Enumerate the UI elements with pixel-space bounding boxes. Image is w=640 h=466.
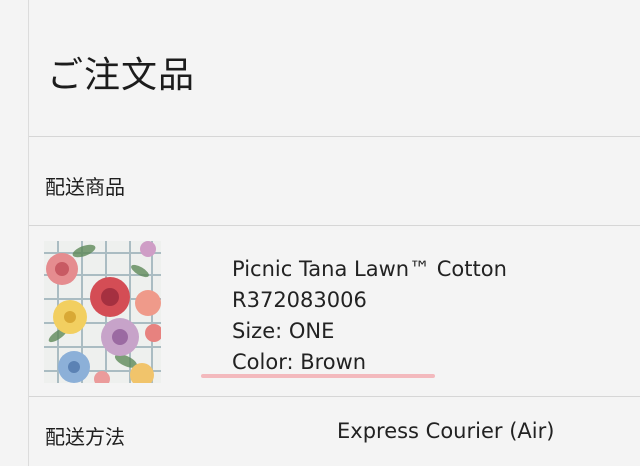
shipping-method-row: 配送方法 Express Courier (Air) xyxy=(29,397,640,466)
product-sku: R372083006 xyxy=(232,288,367,312)
highlight-underline xyxy=(201,374,435,378)
product-info: Picnic Tana Lawn™ Cotton R372083006 Size… xyxy=(232,254,507,378)
shipping-method-value: Express Courier (Air) xyxy=(337,419,555,443)
page-title: ご注文品 xyxy=(47,55,196,96)
delivery-items-label: 配送商品 xyxy=(45,175,125,199)
delivery-items-section: 配送商品 xyxy=(29,137,640,226)
floral-fabric-image xyxy=(44,241,161,383)
header: ご注文品 xyxy=(29,0,640,137)
product-size: Size: ONE xyxy=(232,319,335,343)
product-thumbnail[interactable] xyxy=(44,241,161,383)
order-items-panel: ご注文品 配送商品 Picnic Tana Lawn™ Cotton R3720… xyxy=(28,0,640,466)
shipping-method-label: 配送方法 xyxy=(45,425,125,449)
product-name[interactable]: Picnic Tana Lawn™ Cotton xyxy=(232,254,507,285)
product-row[interactable]: Picnic Tana Lawn™ Cotton R372083006 Size… xyxy=(29,226,640,397)
